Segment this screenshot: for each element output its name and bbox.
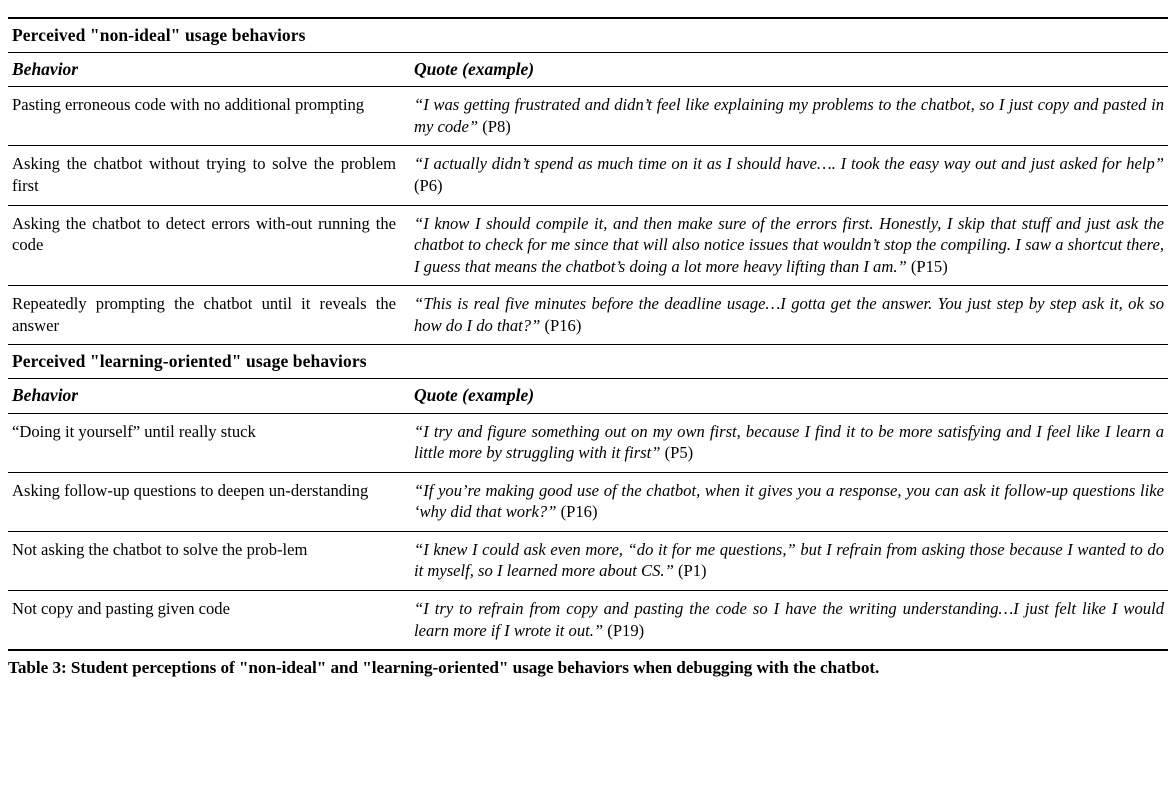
behavior-cell: Asking follow-up questions to deepen un-…: [8, 471, 410, 532]
table-row: Pasting erroneous code with no additiona…: [8, 86, 1168, 146]
column-header-behavior: Behavior: [8, 52, 410, 87]
quote-text: “This is real five minutes before the de…: [414, 294, 1164, 335]
table-row: Asking the chatbot without trying to sol…: [8, 145, 1168, 205]
quote-cell: “I knew I could ask even more, “do it fo…: [410, 530, 1168, 591]
participant-id: (P16): [544, 315, 582, 335]
column-header-row: Behavior Quote (example): [8, 378, 1168, 414]
table-figure: Perceived "non-ideal" usage behaviors Be…: [0, 17, 1176, 792]
quote-text: “I know I should compile it, and then ma…: [414, 213, 1164, 276]
behavior-cell: Pasting erroneous code with no additiona…: [8, 86, 410, 146]
table-row: Not asking the chatbot to solve the prob…: [8, 530, 1168, 591]
table-caption: Table 3: Student perceptions of "non-ide…: [8, 658, 880, 678]
participant-id: (P5): [664, 443, 694, 463]
quote-cell: “This is real five minutes before the de…: [410, 285, 1168, 345]
quote-text: “I try and figure something out on my ow…: [414, 421, 1164, 463]
participant-id: (P16): [560, 502, 598, 522]
participant-id: (P19): [607, 620, 645, 640]
column-header-row: Behavior Quote (example): [8, 52, 1168, 87]
participant-id: (P8): [482, 116, 511, 136]
table-row: Repeatedly prompting the chatbot until i…: [8, 285, 1168, 345]
column-header-behavior: Behavior: [8, 378, 410, 414]
column-header-quote: Quote (example): [410, 52, 1168, 87]
participant-id: (P6): [414, 175, 443, 195]
section-title-non-ideal: Perceived "non-ideal" usage behaviors: [8, 17, 1168, 53]
quote-text: “I actually didn’t spend as much time on…: [414, 154, 1164, 174]
section-title-row: Perceived "non-ideal" usage behaviors: [8, 17, 1168, 53]
quote-cell: “I try and figure something out on my ow…: [410, 412, 1168, 473]
quote-cell: “I was getting frustrated and didn’t fee…: [410, 86, 1168, 146]
usage-behaviors-table: Perceived "non-ideal" usage behaviors Be…: [8, 17, 1168, 650]
behavior-cell: Repeatedly prompting the chatbot until i…: [8, 285, 410, 345]
column-header-quote: Quote (example): [410, 378, 1168, 414]
section-title-learning-oriented: Perceived "learning-oriented" usage beha…: [8, 344, 1168, 379]
quote-text: “I knew I could ask even more, “do it fo…: [414, 539, 1164, 581]
behavior-cell: Not copy and pasting given code: [8, 589, 410, 650]
behavior-cell: Asking the chatbot without trying to sol…: [8, 145, 410, 205]
behavior-cell: Asking the chatbot to detect errors with…: [8, 204, 410, 286]
behavior-cell: “Doing it yourself” until really stuck: [8, 412, 410, 473]
quote-cell: “I actually didn’t spend as much time on…: [410, 145, 1168, 205]
participant-id: (P15): [910, 256, 948, 276]
table-row: “Doing it yourself” until really stuck “…: [8, 412, 1168, 473]
participant-id: (P1): [677, 561, 707, 581]
table-row: Not copy and pasting given code “I try t…: [8, 589, 1168, 650]
quote-text: “If you’re making good use of the chatbo…: [414, 480, 1164, 522]
table-row: Asking follow-up questions to deepen un-…: [8, 471, 1168, 532]
table-row: Asking the chatbot to detect errors with…: [8, 204, 1168, 286]
section-title-row: Perceived "learning-oriented" usage beha…: [8, 344, 1168, 379]
quote-text: “I was getting frustrated and didn’t fee…: [414, 95, 1164, 136]
quote-text: “I try to refrain from copy and pasting …: [414, 598, 1164, 640]
behavior-cell: Not asking the chatbot to solve the prob…: [8, 530, 410, 591]
quote-cell: “I know I should compile it, and then ma…: [410, 204, 1168, 286]
quote-cell: “I try to refrain from copy and pasting …: [410, 589, 1168, 650]
quote-cell: “If you’re making good use of the chatbo…: [410, 471, 1168, 532]
